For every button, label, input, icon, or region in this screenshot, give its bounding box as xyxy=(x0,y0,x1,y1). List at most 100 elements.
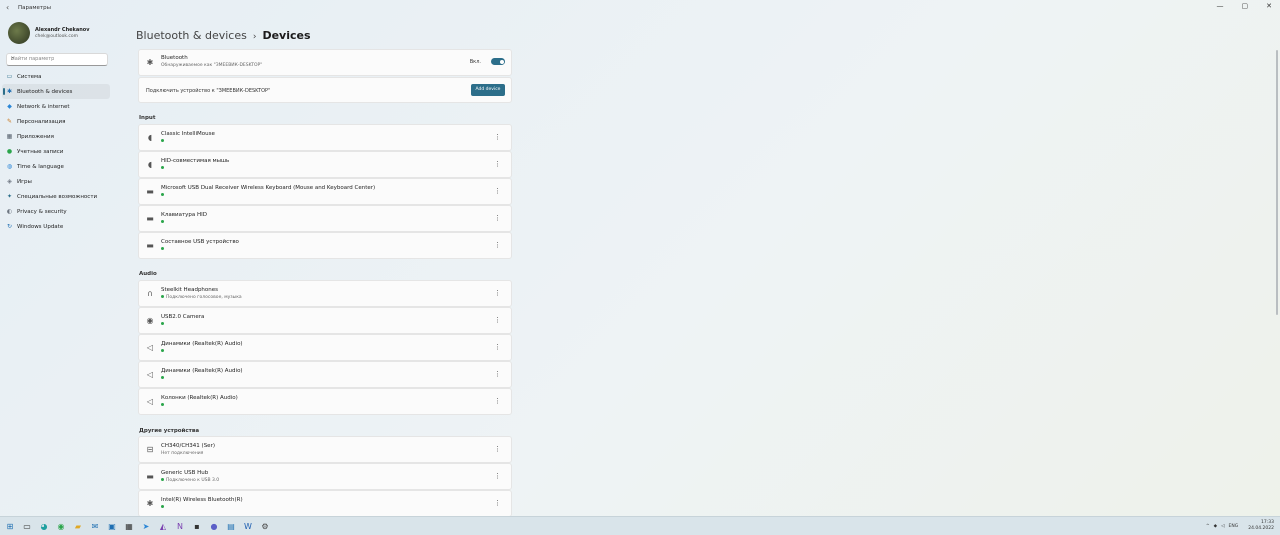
device-name: Microsoft USB Dual Receiver Wireless Key… xyxy=(161,185,376,191)
more-options-icon[interactable]: ⋮ xyxy=(494,133,501,141)
more-options-icon[interactable]: ⋮ xyxy=(494,160,501,168)
onenote-icon[interactable]: N xyxy=(174,520,186,532)
more-options-icon[interactable]: ⋮ xyxy=(494,187,501,195)
start-icon[interactable]: ⊞ xyxy=(4,520,16,532)
more-options-icon[interactable]: ⋮ xyxy=(494,499,501,507)
volume-icon[interactable]: ◁ xyxy=(1221,524,1224,529)
device-card[interactable]: ▬ Клавиатура HID ⋮ xyxy=(138,205,512,232)
store-icon[interactable]: ▣ xyxy=(106,520,118,532)
more-options-icon[interactable]: ⋮ xyxy=(494,445,501,453)
add-device-button[interactable]: Add device xyxy=(471,84,505,96)
chrome-icon[interactable]: ◉ xyxy=(55,520,67,532)
language-indicator[interactable]: ENG xyxy=(1229,524,1239,529)
sidebar-item-6[interactable]: ◍ Time & language xyxy=(2,159,110,174)
mouse-icon: ◖ xyxy=(147,133,153,142)
sidebar-item-5[interactable]: ● Учетные записи xyxy=(2,144,110,159)
device-status xyxy=(161,403,166,408)
device-card[interactable]: ◁ Динамики (Realtek(R) Audio) ⋮ xyxy=(138,361,512,388)
device-card[interactable]: ▬ Microsoft USB Dual Receiver Wireless Ke… xyxy=(138,178,512,205)
sidebar-item-7[interactable]: ◈ Игры xyxy=(2,174,110,189)
maximize-button[interactable]: ▢ xyxy=(1242,2,1249,10)
search-icon: ⌕ xyxy=(11,55,15,62)
search-input[interactable]: Найти параметр ⌕ xyxy=(6,53,108,66)
clock[interactable]: 17:33 24.04.2022 xyxy=(1248,520,1274,532)
tray-chevron-icon[interactable]: ^ xyxy=(1206,524,1210,529)
mail-icon[interactable]: ✉ xyxy=(89,520,101,532)
task-view-icon[interactable]: ▭ xyxy=(21,520,33,532)
bluetooth-icon: ✱ xyxy=(146,499,154,508)
device-name: Steelkit Headphones xyxy=(161,287,219,293)
device-card[interactable]: ◖ Classic IntelliMouse ⋮ xyxy=(138,124,512,151)
more-options-icon[interactable]: ⋮ xyxy=(494,214,501,222)
more-options-icon[interactable]: ⋮ xyxy=(494,289,501,297)
speaker-icon: ◁ xyxy=(146,397,154,406)
sidebar-item-10[interactable]: ↻ Windows Update xyxy=(2,219,110,234)
word-icon[interactable]: W xyxy=(242,520,254,532)
sidebar-item-2[interactable]: ◆ Network & internet xyxy=(2,99,110,114)
device-card[interactable]: ▬ Составное USB устройство ⋮ xyxy=(138,232,512,259)
device-card[interactable]: ∩ Steelkit Headphones Подключено голосовое… xyxy=(138,280,512,307)
app-title: Параметры xyxy=(18,5,51,11)
accessibility-icon: ✦ xyxy=(6,193,13,200)
more-options-icon[interactable]: ⋮ xyxy=(494,472,501,480)
terminal-icon[interactable]: ▪ xyxy=(191,520,203,532)
sidebar-item-4[interactable]: ▦ Приложения xyxy=(2,129,110,144)
keyboard-icon: ▬ xyxy=(146,187,154,196)
apps-icon: ▦ xyxy=(6,133,13,140)
sidebar-item-8[interactable]: ✦ Специальные возможности xyxy=(2,189,110,204)
device-card[interactable]: ◁ Колонки (Realtek(R) Audio) ⋮ xyxy=(138,388,512,415)
notepad-icon[interactable]: ▤ xyxy=(225,520,237,532)
sidebar-item-1[interactable]: ✱ Bluetooth & devices xyxy=(2,84,110,99)
device-status xyxy=(161,322,166,327)
scrollbar[interactable] xyxy=(1276,50,1278,315)
teams-icon[interactable]: ● xyxy=(208,520,220,532)
connected-dot xyxy=(161,505,164,508)
back-button[interactable]: ‹ xyxy=(6,3,9,12)
more-options-icon[interactable]: ⋮ xyxy=(494,370,501,378)
device-name: Classic IntelliMouse xyxy=(161,131,215,137)
settings-icon[interactable]: ⚙ xyxy=(259,520,271,532)
user-email: chek@outlook.com xyxy=(35,34,78,39)
edge-icon[interactable]: ◕ xyxy=(38,520,50,532)
avatar xyxy=(8,22,30,44)
device-card[interactable]: ◁ Динамики (Realtek(R) Audio) ⋮ xyxy=(138,334,512,361)
bluetooth-toggle[interactable] xyxy=(491,58,505,65)
device-name: Колонки (Realtek(R) Audio) xyxy=(161,395,238,401)
pair-device-card: Подключить устройство к "ЗМЕЕВИК-DESKTOP… xyxy=(138,77,512,103)
page-title: Devices xyxy=(262,29,311,42)
device-card[interactable]: ◖ HID-совместимая мышь ⋮ xyxy=(138,151,512,178)
device-status xyxy=(161,139,166,144)
device-card[interactable]: ▬ Generic USB Hub Подключено к USB 3.0 ⋮ xyxy=(138,463,512,490)
network-icon[interactable]: ◆ xyxy=(1214,524,1217,529)
sidebar-item-9[interactable]: ◐ Privacy & security xyxy=(2,204,110,219)
more-options-icon[interactable]: ⋮ xyxy=(494,241,501,249)
more-options-icon[interactable]: ⋮ xyxy=(494,316,501,324)
user-name: Alexandr Chekanov xyxy=(35,27,90,33)
connected-dot xyxy=(161,478,164,481)
globe-icon: ◍ xyxy=(6,163,13,170)
calculator-icon[interactable]: ▦ xyxy=(123,520,135,532)
device-card[interactable]: ◉ USB2.0 Camera ⋮ xyxy=(138,307,512,334)
sidebar-item-0[interactable]: ▭ Система xyxy=(2,69,110,84)
telegram-icon[interactable]: ➤ xyxy=(140,520,152,532)
camera-icon: ◉ xyxy=(146,316,154,325)
sidebar-item-3[interactable]: ✎ Персонализация xyxy=(2,114,110,129)
device-name: Динамики (Realtek(R) Audio) xyxy=(161,368,243,374)
minimize-button[interactable]: — xyxy=(1217,2,1224,10)
connected-dot xyxy=(161,322,164,325)
more-options-icon[interactable]: ⋮ xyxy=(494,343,501,351)
visual-studio-icon[interactable]: ◭ xyxy=(157,520,169,532)
explorer-icon[interactable]: ▰ xyxy=(72,520,84,532)
keyboard-icon: ▬ xyxy=(146,241,154,250)
breadcrumb-parent[interactable]: Bluetooth & devices xyxy=(136,29,247,42)
close-button[interactable]: ✕ xyxy=(1266,2,1272,10)
device-card[interactable]: ✱ Intel(R) Wireless Bluetooth(R) ⋮ xyxy=(138,490,512,517)
user-profile[interactable]: Alexandr Chekanov chek@outlook.com xyxy=(8,22,90,44)
bluetooth-icon: ✱ xyxy=(6,88,13,95)
device-card[interactable]: ⊟ CH340/CH341 (Ser) Нет подключения ⋮ xyxy=(138,436,512,463)
sidebar-item-label: Персонализация xyxy=(17,118,66,125)
device-status xyxy=(161,349,166,354)
sidebar-item-label: Bluetooth & devices xyxy=(17,88,73,95)
device-status xyxy=(161,220,166,225)
more-options-icon[interactable]: ⋮ xyxy=(494,397,501,405)
